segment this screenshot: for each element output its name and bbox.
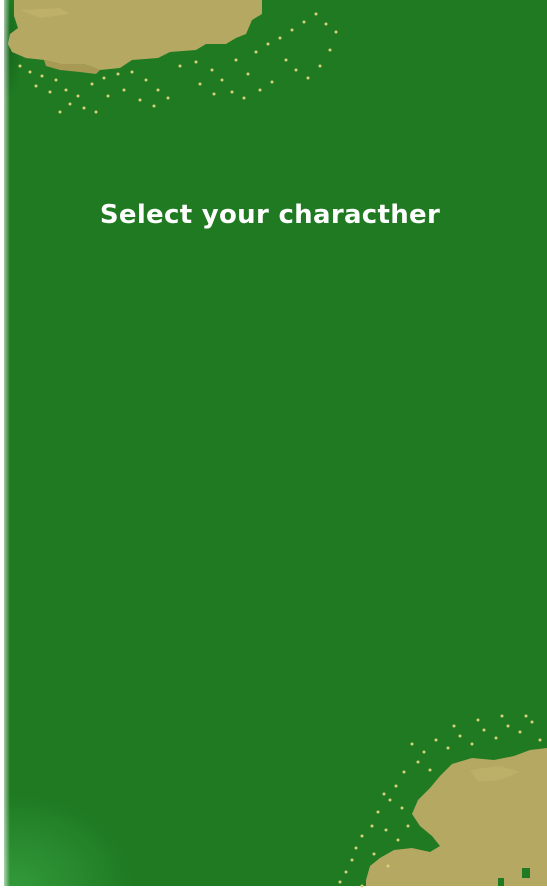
left-edge-fade [0, 0, 10, 894]
grass-field [4, 0, 547, 886]
game-screen: Select your characther [0, 0, 547, 894]
page-title: Select your characther [99, 200, 441, 230]
